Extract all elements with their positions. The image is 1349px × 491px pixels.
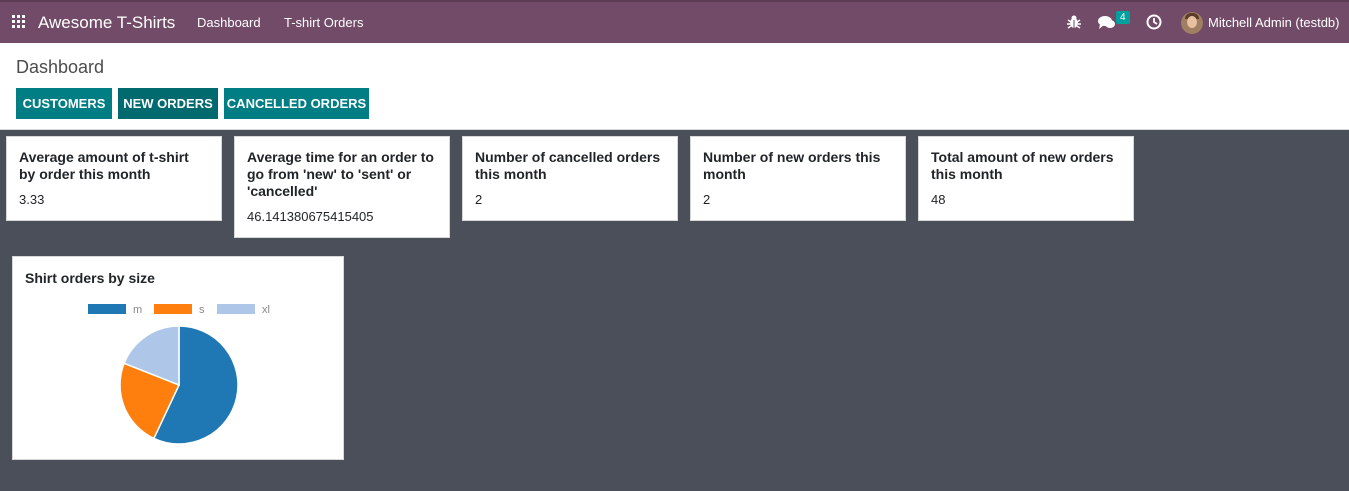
stat-title: Total amount of new orders this month	[931, 149, 1114, 182]
legend-swatch-s[interactable]	[154, 304, 192, 314]
menu-tshirt-orders[interactable]: T-shirt Orders	[284, 15, 363, 30]
legend-swatch-m[interactable]	[88, 304, 126, 314]
stat-value: 3.33	[19, 192, 45, 207]
stat-card-average-amount: Average amount of t-shirt by order this …	[6, 136, 222, 221]
control-panel: Dashboard CUSTOMERS NEW ORDERS CANCELLED…	[0, 43, 1349, 130]
stat-title: Number of new orders this month	[703, 149, 881, 182]
stat-title: Average amount of t-shirt by order this …	[19, 149, 189, 182]
stat-value: 2	[475, 192, 483, 207]
user-menu[interactable]: Mitchell Admin (testdb)	[1208, 15, 1340, 30]
pie-chart: m s xl	[88, 304, 270, 445]
messages-chat-icon[interactable]	[1098, 15, 1116, 36]
stat-value: 2	[703, 192, 711, 207]
apps-menu-icon[interactable]	[12, 15, 26, 29]
legend-label-xl[interactable]: xl	[262, 304, 270, 316]
stat-card-new-orders: Number of new orders this month 2	[690, 136, 906, 221]
app-title[interactable]: Awesome T-Shirts	[38, 13, 175, 33]
stat-title: Average time for an order to go from 'ne…	[247, 149, 434, 199]
stat-card-cancelled-orders: Number of cancelled orders this month 2	[462, 136, 678, 221]
legend-label-m[interactable]: m	[133, 304, 142, 316]
stat-value: 46.141380675415405	[247, 209, 374, 224]
messages-count-badge: 4	[1116, 11, 1130, 24]
user-avatar[interactable]	[1181, 12, 1203, 34]
customers-button[interactable]: CUSTOMERS	[16, 88, 112, 119]
stat-card-total-amount: Total amount of new orders this month 48	[918, 136, 1134, 221]
page-title: Dashboard	[16, 57, 105, 77]
stat-card-average-time: Average time for an order to go from 'ne…	[234, 136, 450, 238]
stat-title: Number of cancelled orders this month	[475, 149, 661, 182]
debug-bug-icon[interactable]	[1067, 14, 1081, 35]
activity-clock-icon[interactable]	[1146, 14, 1162, 35]
menu-dashboard[interactable]: Dashboard	[197, 15, 261, 30]
legend-label-s[interactable]: s	[199, 304, 205, 316]
top-navbar: Awesome T-Shirts Dashboard T-shirt Order…	[0, 0, 1349, 43]
pie-chart-card: Shirt orders by size m s xl	[12, 256, 344, 460]
stat-value: 48	[931, 192, 946, 207]
legend-swatch-xl[interactable]	[217, 304, 255, 314]
new-orders-button[interactable]: NEW ORDERS	[118, 88, 218, 119]
cancelled-orders-button[interactable]: CANCELLED ORDERS	[224, 88, 369, 119]
